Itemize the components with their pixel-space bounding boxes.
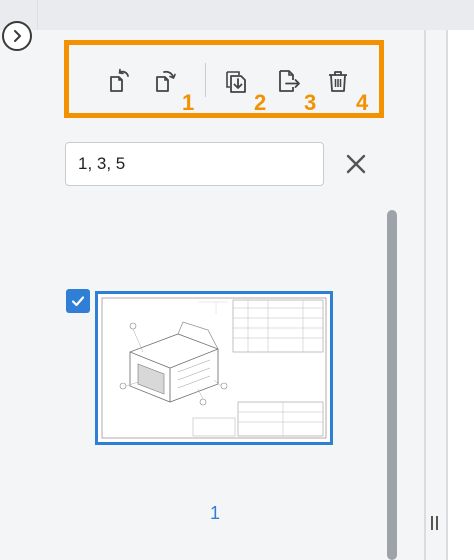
close-icon [346, 154, 366, 174]
top-bar [0, 0, 474, 30]
collapse-panel-button[interactable] [2, 21, 32, 51]
extract-page-button[interactable] [275, 67, 303, 95]
checkmark-icon [71, 296, 85, 307]
drawing-preview-image [101, 297, 327, 439]
clear-input-button[interactable] [344, 152, 368, 176]
extract-page-icon [279, 70, 300, 92]
toolbar-separator [205, 63, 206, 97]
callout-number-1: 1 [182, 90, 195, 115]
callout-number-2: 2 [254, 90, 267, 115]
delete-page-button[interactable] [324, 67, 352, 95]
rotate-right-button[interactable] [151, 67, 179, 95]
page-range-input[interactable] [65, 142, 324, 186]
page-tools-toolbar: 1 2 3 4 [64, 40, 384, 118]
page-thumbnail[interactable] [95, 291, 333, 445]
rotate-right-icon [156, 70, 176, 92]
page-select-checkbox[interactable] [66, 289, 90, 313]
rotate-left-button[interactable] [105, 67, 133, 95]
resize-handle-icon[interactable] [430, 516, 440, 530]
panel-edge [424, 30, 426, 560]
insert-page-icon [226, 71, 246, 93]
callout-number-4: 4 [356, 90, 369, 115]
chevron-right-icon [14, 30, 21, 42]
rotate-left-icon [110, 68, 129, 92]
trash-icon [329, 71, 347, 92]
thumbnail-scrollbar[interactable] [387, 210, 397, 560]
insert-page-button[interactable] [223, 67, 251, 95]
document-viewer-area [448, 30, 474, 560]
page-number-label: 1 [209, 503, 220, 523]
callout-number-3: 3 [304, 90, 317, 115]
